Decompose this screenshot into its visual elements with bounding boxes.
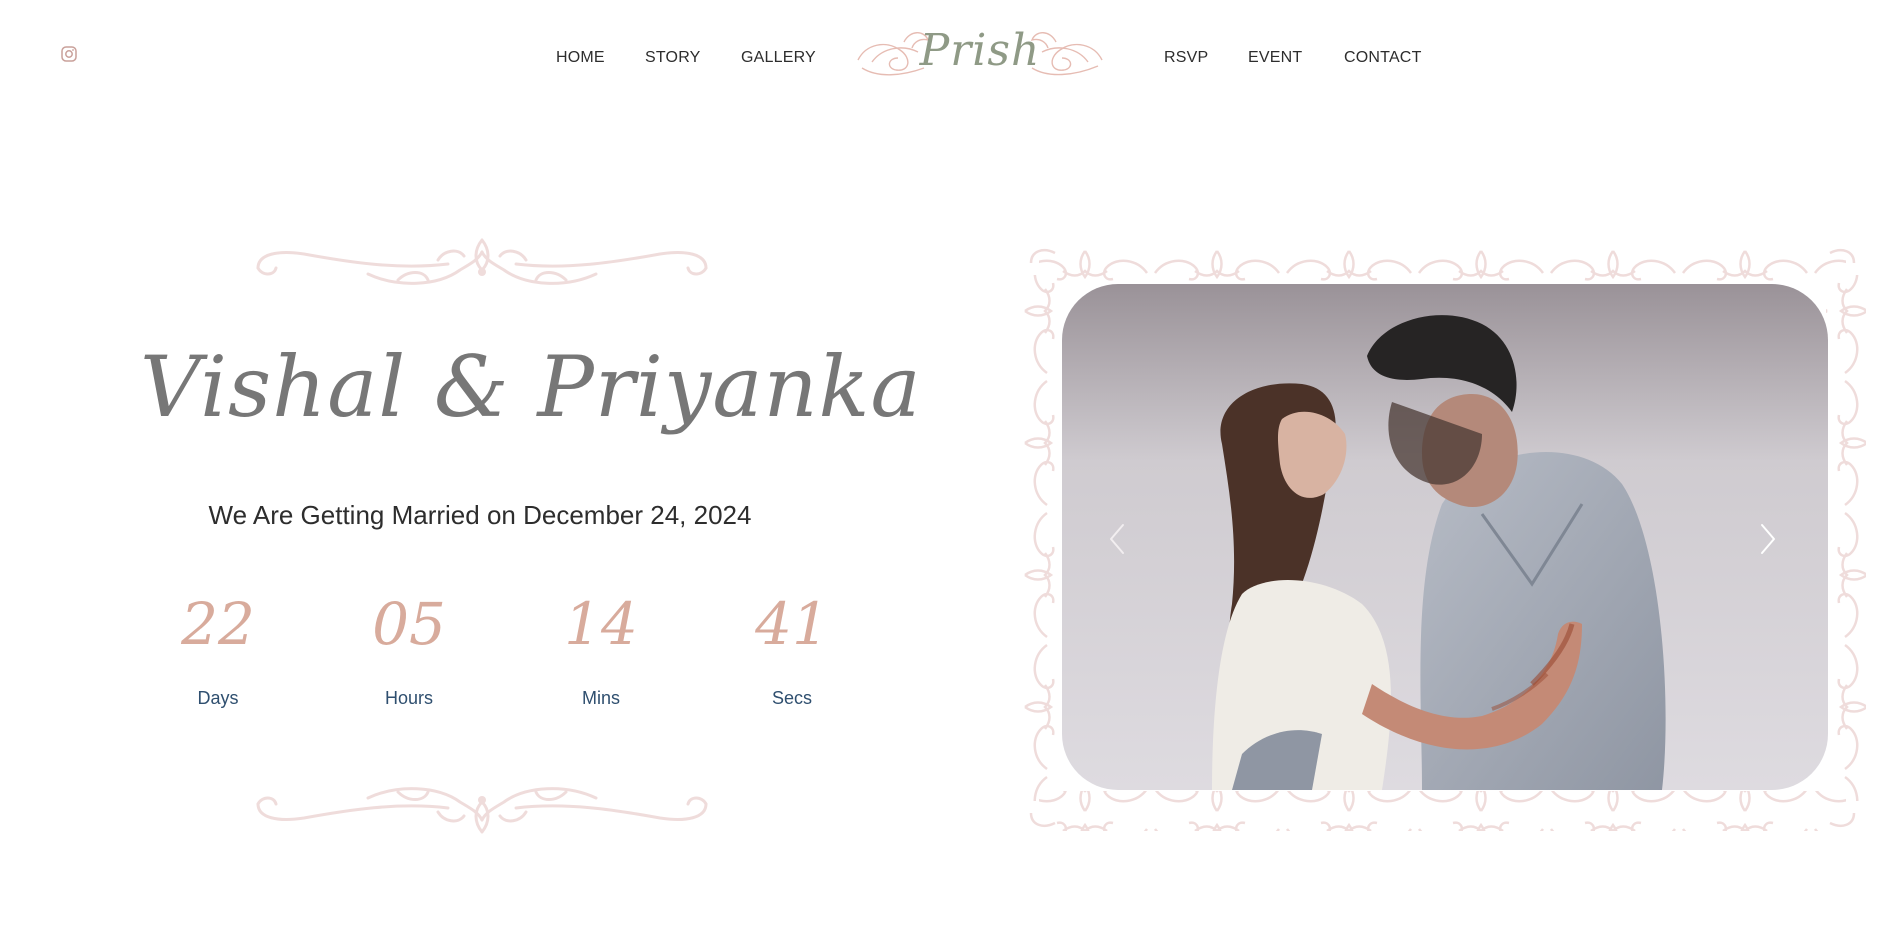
countdown-secs-label: Secs [771,688,813,708]
countdown-days-label: Days [197,688,239,708]
countdown-secs-value: 41 [755,590,829,658]
countdown-hours-value: 05 [372,590,446,658]
nav-event[interactable]: EVENT [1248,49,1302,67]
wedding-tagline: We Are Getting Married on December 24, 2… [208,500,752,530]
bottom-ornament [256,787,708,834]
couple-photo-image [1062,284,1828,790]
countdown-days-value: 22 [181,590,255,658]
logo-text: Prish [919,25,1041,76]
nav-story[interactable]: STORY [645,49,701,67]
page: HOME STORY GALLERY Prish RSVP EVENT CONT… [0,0,1903,930]
nav-home[interactable]: HOME [556,49,605,67]
countdown-hours-label: Hours [384,688,433,708]
couple-photo [1062,284,1828,790]
chevron-right-icon[interactable] [1756,522,1780,556]
nav-contact[interactable]: CONTACT [1344,49,1422,67]
top-ornament [256,238,708,285]
site-header: HOME STORY GALLERY Prish RSVP EVENT CONT… [0,0,1903,110]
instagram-icon[interactable] [61,46,77,62]
nav-gallery[interactable]: GALLERY [741,49,816,67]
countdown-mins-label: Mins [581,688,620,708]
chevron-left-icon[interactable] [1105,522,1129,556]
couple-names: Vishal & Priyanka [140,338,922,436]
site-logo[interactable]: Prish [852,18,1108,84]
countdown-mins-value: 14 [564,590,638,658]
nav-rsvp[interactable]: RSVP [1164,49,1208,67]
